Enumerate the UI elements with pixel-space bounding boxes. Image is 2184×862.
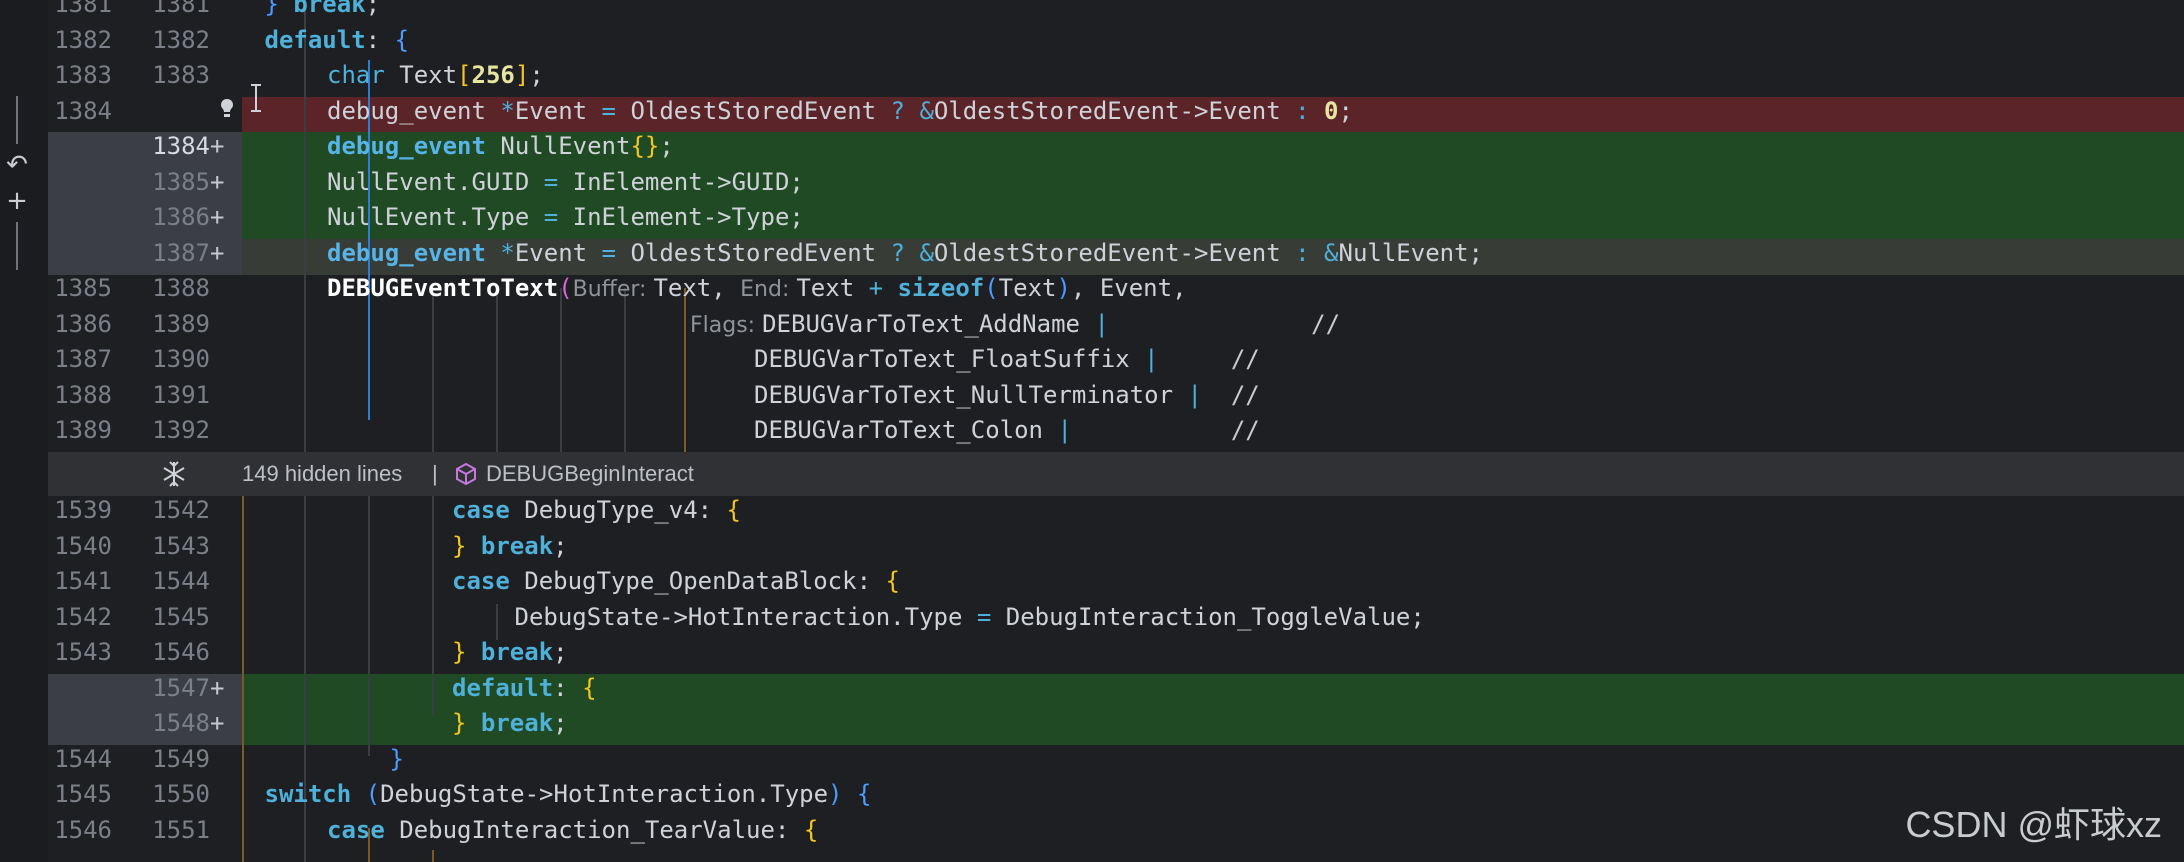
added-line-marker: + (210, 709, 225, 737)
new-line-number: 1543 (152, 531, 210, 560)
old-line-number: 1544 (54, 744, 112, 773)
old-line-number (48, 203, 112, 239)
hidden-lines-count: 149 hidden lines (242, 461, 403, 486)
old-line-number: 1388 (54, 380, 112, 409)
diff-editor: ↶ + 1381 1382 1383 1384 1385 1386 1387 1388 1389… (0, 0, 2184, 862)
old-line-number: 1384 (54, 96, 112, 125)
diff-action-strip: ↶ + (0, 0, 48, 862)
strip-line-bottom (16, 222, 18, 270)
code-line[interactable]: } (390, 745, 404, 781)
code-line[interactable]: debug_event *Event = OldestStoredEvent ?… (327, 97, 1353, 133)
old-line-number: 1383 (54, 61, 112, 89)
old-line-number (48, 239, 112, 275)
code-line[interactable]: Flags: DEBUGVarToText_AddName | // (690, 310, 1340, 346)
new-line-number: 1383 (152, 61, 210, 89)
code-line[interactable]: case DebugInteraction_TearValue: { (327, 816, 818, 852)
gutter-new-line-numbers: 1381 1382 1383 1384 +1385 +1386 +1387 +1388 1389… (108, 0, 224, 862)
old-line-number (48, 132, 112, 168)
code-line[interactable]: debug_event *Event = OldestStoredEvent ?… (327, 239, 1483, 275)
old-line-number (48, 709, 112, 745)
new-line-number: 1542 (152, 496, 210, 524)
added-line-marker: + (210, 203, 225, 231)
code-line[interactable]: default: { (452, 674, 597, 710)
fold-symbol-name[interactable]: DEBUGBeginInteract (486, 452, 694, 496)
old-line-number: 1382 (54, 25, 112, 54)
new-line-number: 1547 (152, 673, 210, 702)
new-line-number: 1388 (152, 274, 210, 302)
code-line[interactable]: case DebugType_OpenDataBlock: { (452, 567, 900, 603)
new-line-number: 1390 (152, 345, 210, 373)
old-line-number: 1545 (54, 780, 112, 808)
new-line-number: 1384 (152, 132, 210, 160)
new-line-number: 1545 (152, 602, 210, 631)
code-line[interactable]: } break; (452, 638, 568, 674)
code-area[interactable]: } break; default: {char Text[256]; debug_e… (242, 0, 2184, 862)
new-line-number: 1387 (152, 238, 210, 267)
new-line-number: 1392 (152, 416, 210, 444)
added-line-marker: + (210, 673, 225, 702)
code-line[interactable]: NullEvent.GUID = InElement->GUID; (327, 168, 804, 204)
old-line-number: 1539 (54, 496, 112, 524)
old-line-number: 1540 (54, 531, 112, 560)
code-line[interactable]: DEBUGVarToText_FloatSuffix | // (754, 345, 1260, 381)
added-line-marker: + (210, 238, 225, 267)
text-cursor-icon (250, 84, 262, 112)
code-line[interactable]: default: { (265, 26, 410, 62)
new-line-number: 1548 (152, 709, 210, 737)
symbol-icon (454, 452, 478, 511)
new-line-number: 1382 (152, 25, 210, 54)
code-line[interactable]: DebugState->HotInteraction.Type = DebugI… (515, 603, 1425, 639)
code-line[interactable]: DEBUGVarToText_NullTerminator | // (754, 381, 1260, 417)
old-line-number (48, 168, 112, 204)
old-line-number: 1387 (54, 345, 112, 373)
code-line[interactable]: } break; (265, 0, 381, 26)
new-line-number (108, 97, 210, 133)
accept-change-icon[interactable]: + (4, 186, 30, 216)
code-line[interactable]: } break; (452, 709, 568, 745)
code-line[interactable]: DEBUGVarToText_Colon | // (754, 416, 1260, 452)
strip-line-top (16, 96, 18, 144)
added-line-marker: + (210, 132, 225, 160)
old-line-number: 1381 (54, 0, 112, 18)
code-line[interactable]: switch (DebugState->HotInteraction.Type)… (265, 780, 872, 816)
lightbulb-icon[interactable] (220, 98, 234, 122)
code-line[interactable]: DEBUGEventToText(Buffer: Text, End: Text… (327, 274, 1187, 310)
new-line-number: 1386 (152, 203, 210, 231)
old-line-number: 1389 (54, 416, 112, 444)
new-line-number: 1546 (152, 638, 210, 666)
new-line-number: 1549 (152, 744, 210, 773)
old-line-number: 1546 (54, 815, 112, 844)
old-line-number: 1541 (54, 567, 112, 595)
code-line[interactable]: NullEvent.Type = InElement->Type; (327, 203, 804, 239)
new-line-number: 1550 (152, 780, 210, 808)
old-line-number (48, 674, 112, 710)
new-line-number: 1544 (152, 567, 210, 595)
new-line-number: 1551 (152, 815, 210, 844)
code-line[interactable]: } break; (452, 532, 568, 568)
new-line-number: 1385 (152, 167, 210, 196)
fold-separator: | (432, 461, 438, 486)
old-line-number: 1385 (54, 274, 112, 302)
old-line-number: 1386 (54, 309, 112, 338)
code-line[interactable]: char Text[256]; (327, 61, 544, 97)
fold-hidden-lines-bar[interactable]: 149 hidden lines | DEBUGBeginInteract (48, 452, 2184, 496)
gutter-old-line-numbers: 1381 1382 1383 1384 1385 1386 1387 1388 1389 1539… (48, 0, 112, 862)
new-line-number: 1381 (152, 0, 210, 18)
revert-change-icon[interactable]: ↶ (4, 150, 30, 180)
added-line-marker: + (210, 167, 225, 196)
old-line-number: 1542 (54, 602, 112, 631)
code-line[interactable]: debug_event NullEvent{}; (327, 132, 674, 168)
old-line-number: 1543 (54, 638, 112, 666)
new-line-number: 1391 (152, 380, 210, 409)
new-line-number: 1389 (152, 309, 210, 338)
watermark: CSDN @虾球xz (1905, 804, 2162, 845)
code-line[interactable]: case DebugType_v4: { (452, 496, 741, 532)
expand-fold-icon[interactable] (160, 452, 188, 511)
